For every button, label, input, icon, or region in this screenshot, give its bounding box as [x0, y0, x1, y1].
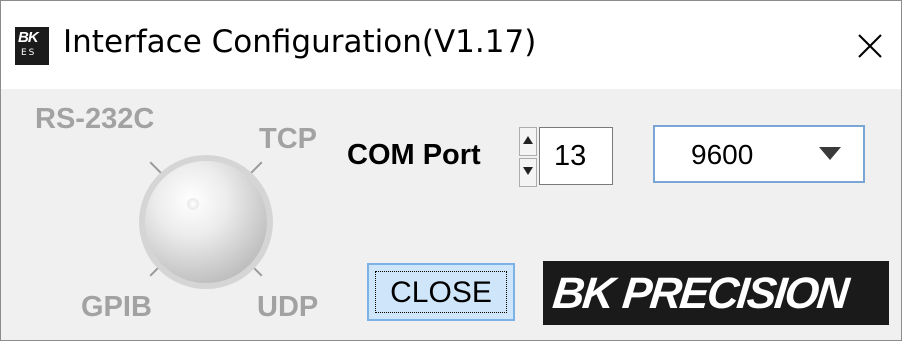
content-area: RS-232C TCP GPIB UDP COM Port 13 9600 CL…: [1, 89, 901, 340]
baud-rate-dropdown[interactable]: 9600: [653, 125, 865, 183]
app-icon: BK ES: [15, 27, 49, 65]
spinner-up-button[interactable]: [519, 127, 537, 156]
option-gpib-label[interactable]: GPIB: [81, 291, 152, 324]
logo-text: BK PRECISION: [550, 269, 850, 318]
bk-precision-logo: BK PRECISION: [543, 261, 889, 325]
com-port-spinner[interactable]: [519, 127, 537, 187]
com-port-input[interactable]: 13: [539, 127, 613, 185]
spinner-down-button[interactable]: [519, 158, 537, 187]
knob-indicator-dot: [187, 198, 199, 210]
window-title: Interface Configuration(V1.17): [63, 24, 537, 60]
baud-rate-value: 9600: [691, 139, 754, 170]
interface-selector-knob[interactable]: [137, 153, 277, 293]
app-icon-text-line1: BK: [18, 29, 39, 46]
close-button-label: CLOSE: [390, 276, 492, 309]
close-window-button[interactable]: [849, 25, 891, 67]
app-icon-text-line2: ES: [21, 48, 37, 58]
spinner-up-icon: [523, 136, 533, 144]
dropdown-arrow-icon[interactable]: [819, 147, 841, 161]
option-rs232c-label[interactable]: RS-232C: [35, 103, 154, 136]
com-port-label: COM Port: [347, 139, 481, 171]
close-icon: [858, 34, 882, 58]
option-udp-label[interactable]: UDP: [257, 291, 318, 324]
knob-body[interactable]: [145, 161, 267, 283]
option-tcp-label[interactable]: TCP: [259, 123, 317, 156]
spinner-down-icon: [523, 167, 533, 175]
title-bar: BK ES Interface Configuration(V1.17): [1, 1, 901, 89]
close-button[interactable]: CLOSE: [367, 263, 515, 321]
interface-configuration-window: BK ES Interface Configuration(V1.17) RS-…: [0, 0, 902, 341]
